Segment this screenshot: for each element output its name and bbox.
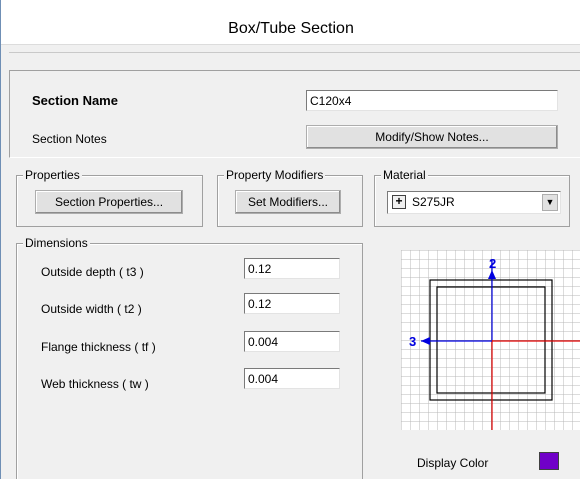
dimensions-group-title: Dimensions — [23, 236, 90, 250]
flange-thickness-label: Flange thickness ( tf ) — [41, 340, 156, 354]
section-preview: 2 3 — [401, 250, 580, 430]
separator-line — [9, 52, 580, 53]
display-color-label: Display Color — [417, 456, 489, 470]
modify-show-notes-button[interactable]: Modify/Show Notes... — [306, 125, 558, 149]
material-select[interactable]: + S275JR ▼ — [387, 191, 561, 214]
box-tube-section-dialog: Box/Tube Section Section Name Section No… — [0, 0, 580, 479]
outside-depth-label: Outside depth ( t3 ) — [41, 265, 144, 279]
title-bar: Box/Tube Section — [1, 0, 580, 45]
axis-2-label: 2 — [489, 256, 496, 271]
section-name-input[interactable] — [306, 90, 558, 111]
web-thickness-input[interactable] — [244, 368, 340, 389]
outside-depth-input[interactable] — [244, 258, 340, 279]
add-material-icon[interactable]: + — [392, 195, 406, 209]
section-name-label: Section Name — [32, 93, 118, 108]
chevron-down-icon[interactable]: ▼ — [542, 194, 558, 211]
property-modifiers-group-title: Property Modifiers — [224, 168, 326, 182]
display-color-swatch[interactable] — [539, 452, 559, 470]
section-preview-drawing: 2 3 — [401, 250, 580, 430]
axis-3-label: 3 — [409, 334, 416, 349]
properties-group-title: Properties — [23, 168, 82, 182]
web-thickness-label: Web thickness ( tw ) — [41, 377, 149, 391]
section-notes-label: Section Notes — [32, 132, 107, 146]
dialog-title: Box/Tube Section — [228, 20, 354, 37]
material-group-title: Material — [381, 168, 428, 182]
outside-width-label: Outside width ( t2 ) — [41, 302, 142, 316]
outside-width-input[interactable] — [244, 293, 340, 314]
flange-thickness-input[interactable] — [244, 331, 340, 352]
set-modifiers-button[interactable]: Set Modifiers... — [235, 190, 341, 214]
material-selected-value: S275JR — [412, 195, 455, 209]
section-properties-button[interactable]: Section Properties... — [35, 190, 183, 214]
